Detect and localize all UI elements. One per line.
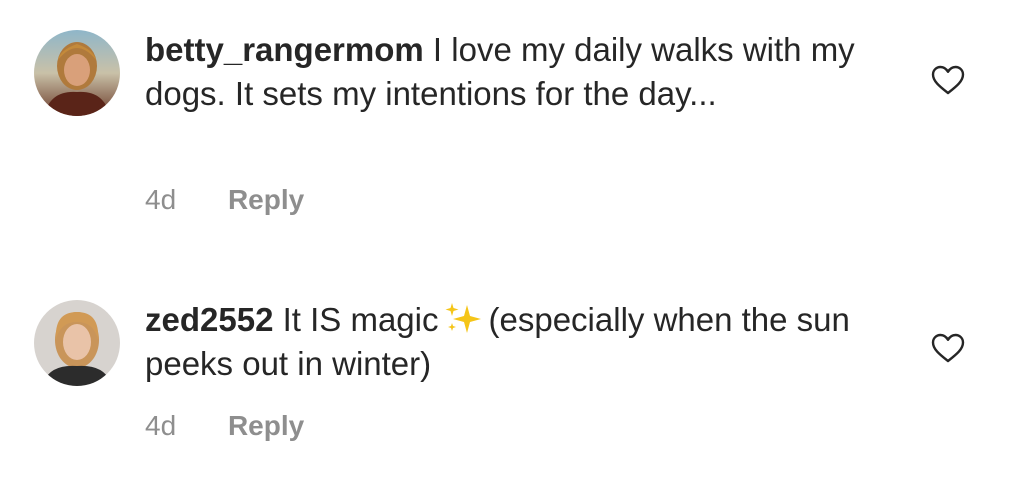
comment-meta: 4d Reply [145,184,304,216]
comment-text: betty_rangermom I love my daily walks wi… [145,28,875,116]
comment-meta: 4d Reply [145,410,304,442]
comment-text: zed2552 It IS magic (especially when the… [145,298,875,386]
avatar[interactable] [34,30,120,116]
heart-outline-icon[interactable] [930,332,966,364]
comment-username[interactable]: betty_rangermom [145,31,424,68]
comment-timestamp: 4d [145,410,177,441]
comment-body-start: It IS magic [282,301,439,338]
reply-button[interactable]: Reply [228,184,304,216]
comment-username[interactable]: zed2552 [145,301,273,338]
avatar[interactable] [34,300,120,386]
heart-outline-icon[interactable] [930,64,966,96]
reply-button[interactable]: Reply [228,410,304,442]
sparkles-emoji-icon [445,303,481,333]
comment-timestamp: 4d [145,184,177,215]
